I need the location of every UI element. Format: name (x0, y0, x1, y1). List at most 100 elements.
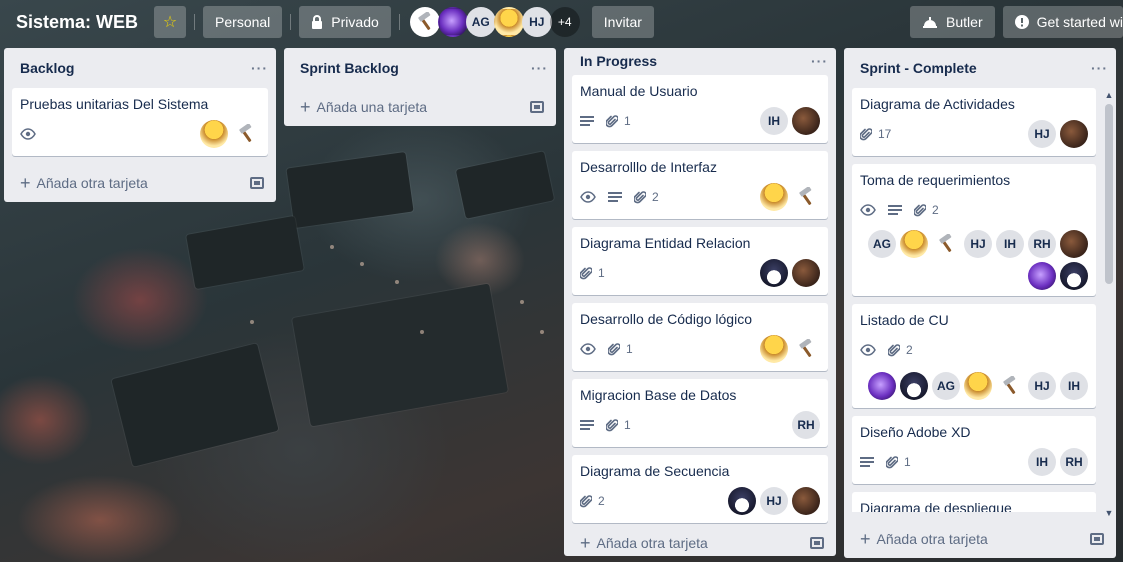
card-member-avatar-photo[interactable] (728, 486, 756, 515)
list-menu-icon[interactable]: ··· (811, 53, 828, 69)
card-member-avatar-ag[interactable]: AG (868, 230, 896, 258)
description-icon (860, 456, 874, 468)
card[interactable]: Desarrollo de Código lógico 1 (572, 302, 828, 371)
card[interactable]: Pruebas unitarias Del Sistema (12, 88, 268, 156)
card-member-avatar-hj[interactable]: HJ (760, 486, 788, 515)
eye-badge (860, 344, 876, 356)
eye-badge (580, 342, 596, 355)
list-menu-icon[interactable]: ··· (531, 60, 548, 76)
card-member-avatar-photo[interactable] (760, 258, 788, 287)
butler-label: Butler (946, 14, 983, 30)
add-card-button[interactable]: + Añada una tarjeta (300, 97, 427, 118)
list-footer: + Añada otra tarjeta (844, 520, 1116, 558)
description-icon (580, 115, 594, 127)
star-button[interactable]: ☆ (154, 6, 187, 38)
card-member-avatar-photo[interactable] (1060, 262, 1088, 290)
eye-icon (580, 342, 596, 355)
get-started-button[interactable]: Get started wi (1002, 6, 1123, 38)
card[interactable]: Manual de Usuario 1 IH (572, 74, 828, 143)
hammer-icon[interactable] (409, 7, 440, 37)
card[interactable]: Diagrama Entidad Relacion 1 (572, 226, 828, 295)
card-template-icon[interactable] (250, 177, 264, 189)
hammer-icon[interactable] (792, 183, 820, 211)
card-member-avatar-photo[interactable] (964, 372, 992, 400)
card-member-avatar-photo[interactable] (900, 230, 928, 258)
badge-count: 17 (878, 127, 892, 141)
card[interactable]: Desarrolllo de Interfaz 2 (572, 150, 828, 219)
list-scrollbar[interactable]: ▲ ▼ (1104, 90, 1114, 518)
board-member-avatar-photo[interactable] (493, 7, 524, 37)
board-member-avatar-ag[interactable]: AG (465, 7, 496, 37)
header-divider (194, 14, 196, 30)
hammer-icon[interactable] (996, 372, 1024, 400)
board-member-avatar-hj[interactable]: HJ (521, 7, 552, 37)
card[interactable]: Diseño Adobe XD 1 IH RH (852, 416, 1096, 484)
card-member-avatar-ih[interactable]: IH (996, 230, 1024, 258)
hammer-icon[interactable] (932, 230, 960, 258)
add-card-button[interactable]: + Añada otra tarjeta (20, 173, 148, 194)
card-member-avatar-photo[interactable] (792, 486, 820, 515)
scroll-down-icon[interactable]: ▼ (1104, 508, 1114, 518)
privacy-button[interactable]: Privado (299, 6, 391, 38)
list-title[interactable]: In Progress (580, 53, 657, 69)
card-template-icon[interactable] (530, 101, 544, 113)
card-member-avatar-photo[interactable] (792, 106, 820, 135)
card-badges: 1 (580, 418, 643, 432)
card-template-icon[interactable] (1090, 533, 1104, 545)
list-title[interactable]: Sprint - Complete (860, 60, 977, 76)
card-member-avatar-photo[interactable] (900, 372, 928, 400)
hammer-icon[interactable] (792, 335, 820, 363)
card-member-avatar-rh[interactable]: RH (1060, 448, 1088, 476)
team-button[interactable]: Personal (203, 6, 283, 38)
card-member-avatar-ih[interactable]: IH (1060, 372, 1088, 400)
card-member-avatar-photo[interactable] (1060, 230, 1088, 258)
card-member-avatar-rh[interactable]: RH (1028, 230, 1056, 258)
card[interactable]: Diagrama de Secuencia 2 HJ (572, 454, 828, 523)
list-title[interactable]: Backlog (20, 60, 74, 76)
scroll-up-icon[interactable]: ▲ (1104, 90, 1114, 100)
card-member-avatar-hj[interactable]: HJ (964, 230, 992, 258)
card-member-avatar-hj[interactable]: HJ (1028, 120, 1056, 148)
card-badges: 1 (580, 266, 617, 280)
list-menu-icon[interactable]: ··· (1091, 60, 1108, 76)
card-badges: 2 (580, 494, 617, 508)
card-member-avatar-photo[interactable] (1028, 262, 1056, 290)
list-menu-icon[interactable]: ··· (251, 60, 268, 76)
card-member-avatar-rh[interactable]: RH (792, 410, 820, 439)
card-member-avatar-photo[interactable] (200, 120, 228, 148)
card-member-avatar-hj[interactable]: HJ (1028, 372, 1056, 400)
scrollbar-thumb[interactable] (1105, 104, 1113, 284)
card-template-icon[interactable] (810, 537, 824, 550)
butler-button[interactable]: Butler (910, 6, 995, 38)
card-member-avatar-photo[interactable] (868, 372, 896, 400)
card-member-avatar-photo[interactable] (760, 334, 788, 363)
card[interactable]: Migracion Base de Datos 1 RH (572, 378, 828, 447)
board-title[interactable]: Sistema: WEB (8, 6, 146, 38)
card-member-avatar-photo[interactable] (1060, 120, 1088, 148)
card-title: Diagrama de Secuencia (580, 462, 730, 479)
card[interactable]: Toma de requerimientos 2 AG HJ IH RH (852, 164, 1096, 296)
card-footer: 1 IH (580, 105, 820, 137)
paperclip-badge: 1 (580, 266, 605, 280)
card-member-avatar-ih[interactable]: IH (1028, 448, 1056, 476)
invite-button[interactable]: Invitar (591, 6, 654, 38)
paperclip-badge: 2 (634, 190, 659, 204)
add-card-button[interactable]: + Añada otra tarjeta (860, 529, 988, 550)
card-member-avatar-ih[interactable]: IH (760, 106, 788, 135)
card-members: IH (760, 106, 820, 135)
card-list: Manual de Usuario 1 IH Desarrolllo de Inter… (564, 74, 836, 531)
list-title[interactable]: Sprint Backlog (300, 60, 399, 76)
paperclip-badge: 1 (606, 418, 631, 432)
board-member-avatar-photo[interactable] (437, 7, 468, 37)
more-members-badge[interactable]: +4 (549, 7, 580, 37)
card-member-avatar-photo[interactable] (792, 258, 820, 287)
card[interactable]: Listado de CU 2 AG HJ IH (852, 304, 1096, 408)
add-card-button[interactable]: + Añada otra tarjeta (580, 533, 708, 554)
list-header: Sprint - Complete ··· (844, 48, 1116, 88)
hammer-icon[interactable] (232, 120, 260, 148)
card-member-avatar-photo[interactable] (760, 182, 788, 211)
card[interactable]: Diagrama de Actividades 17 HJ (852, 88, 1096, 156)
card[interactable]: Diagrama de despliegue1 (852, 492, 1096, 512)
card-member-avatar-ag[interactable]: AG (932, 372, 960, 400)
card-members: IH RH (1028, 448, 1088, 476)
